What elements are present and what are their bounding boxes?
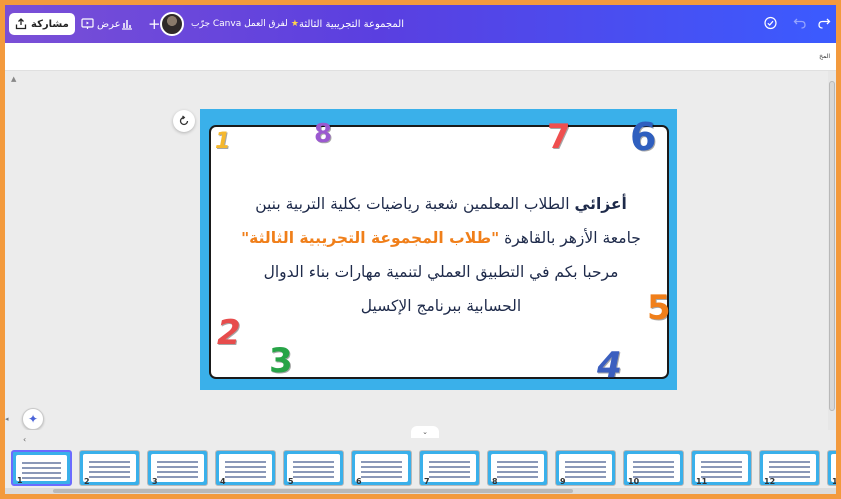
number-6[interactable]: 6 (630, 115, 656, 159)
page-thumbnail[interactable]: 7 (419, 450, 480, 486)
panel-handle[interactable]: ◂ (5, 415, 9, 423)
number-2[interactable]: 2 (217, 313, 241, 353)
line-2-highlight: "طلاب المجموعة التجريبية الثالثة" (241, 229, 500, 247)
page-thumbnail[interactable]: 8 (487, 450, 548, 486)
slide-line-4[interactable]: الحسابية ببرنامج الإكسيل (211, 297, 671, 315)
present-label: عرض (97, 18, 121, 30)
page-thumbnail[interactable]: 3 (147, 450, 208, 486)
number-3[interactable]: 3 (269, 341, 293, 381)
slide-line-1[interactable]: أعزائي الطلاب المعلمين شعبة رياضيات بكلي… (211, 195, 671, 213)
page-thumbnail[interactable]: 13 (827, 450, 836, 486)
number-7[interactable]: 7 (547, 117, 571, 157)
page-number: 4 (220, 477, 226, 486)
rotate-button[interactable] (173, 110, 195, 132)
page-thumbnail[interactable]: 6 (351, 450, 412, 486)
line-2-plain: جامعة الأزهر بالقاهرة (499, 229, 641, 247)
scroll-up-arrow[interactable]: ▲ (11, 75, 16, 83)
page-number: 13 (832, 477, 836, 486)
page-thumbnail[interactable]: 2 (79, 450, 140, 486)
undo-icon[interactable] (793, 16, 807, 30)
present-button[interactable]: عرض (75, 13, 127, 35)
magic-icon: ✦ (27, 412, 39, 426)
horizontal-scrollbar[interactable] (5, 488, 836, 494)
page-number: 5 (288, 477, 294, 486)
try-canva-label: جرّب Canva لفرق العمل (191, 19, 288, 29)
slide-canvas[interactable]: 1 8 7 6 5 2 3 4 أعزائي الطلاب المعلمين ش… (200, 109, 677, 390)
upload-icon (15, 18, 27, 30)
number-1[interactable]: 1 (215, 129, 230, 154)
avatar[interactable] (160, 12, 184, 36)
page-thumbnail[interactable]: 12 (759, 450, 820, 486)
page-number: 6 (356, 477, 362, 486)
thumbnail-list: 12345678910111213 (11, 450, 836, 486)
page-thumbnail[interactable]: 5 (283, 450, 344, 486)
share-label: مشاركة (31, 18, 69, 30)
page-number: 10 (628, 477, 640, 486)
star-icon: ★ (290, 19, 299, 29)
redo-icon[interactable] (817, 16, 831, 30)
chevron-left-icon[interactable]: ‹ (23, 435, 26, 444)
slide-content-box[interactable]: 1 8 7 6 5 2 3 4 أعزائي الطلاب المعلمين ش… (209, 115, 671, 386)
toolbar-label[interactable]: المخ (819, 53, 830, 60)
number-8[interactable]: 8 (314, 119, 332, 149)
greeting-word: أعزائي (574, 195, 627, 213)
page-thumbnail[interactable]: 10 (623, 450, 684, 486)
number-4[interactable]: 4 (597, 345, 622, 386)
stats-icon[interactable] (120, 17, 134, 31)
document-title[interactable]: المجموعة التجريبية الثالثة (299, 5, 404, 43)
rotate-icon (179, 115, 189, 126)
page-number: 9 (560, 477, 566, 486)
filmstrip-toggle[interactable]: ⌄ (411, 426, 439, 438)
vertical-scrollbar[interactable] (828, 71, 836, 431)
page-thumbnail[interactable]: 11 (691, 450, 752, 486)
app-frame: مشاركة عرض + جرّب Canva لفرق العمل ★ الم… (5, 5, 836, 494)
magic-button[interactable]: ✦ (22, 408, 44, 430)
page-number: 1 (17, 476, 23, 485)
share-button[interactable]: مشاركة (9, 13, 75, 35)
page-number: 8 (492, 477, 498, 486)
editor-toolbar: المخ (5, 43, 836, 71)
page-number: 7 (424, 477, 430, 486)
top-bar: مشاركة عرض + جرّب Canva لفرق العمل ★ الم… (5, 5, 836, 43)
slide-line-2[interactable]: جامعة الأزهر بالقاهرة "طلاب المجموعة الت… (211, 229, 671, 247)
line-1-rest: الطلاب المعلمين شعبة رياضيات بكلية الترب… (255, 195, 575, 213)
page-number: 2 (84, 477, 90, 486)
page-number: 12 (764, 477, 776, 486)
page-thumbnail[interactable]: 4 (215, 450, 276, 486)
page-filmstrip: ⌄ ‹ 12345678910111213 (5, 426, 836, 494)
page-thumbnail[interactable]: 9 (555, 450, 616, 486)
try-canva-teams-link[interactable]: جرّب Canva لفرق العمل ★ (191, 5, 299, 43)
page-thumbnail[interactable]: 1 (11, 450, 72, 486)
page-number: 3 (152, 477, 158, 486)
plus-icon[interactable]: + (148, 15, 161, 33)
page-number: 11 (696, 477, 708, 486)
slide-line-3[interactable]: مرحبا بكم في التطبيق العملي لتنمية مهارا… (211, 263, 671, 281)
cloud-icon[interactable] (763, 16, 778, 30)
chevron-down-icon: ⌄ (422, 428, 428, 436)
present-icon (81, 18, 94, 29)
